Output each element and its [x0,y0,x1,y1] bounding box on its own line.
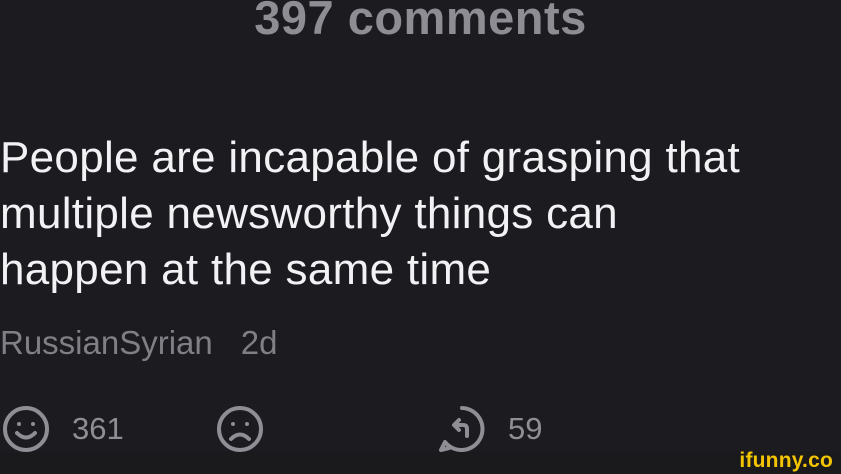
reply-count: 59 [508,411,543,446]
dislike-button[interactable] [214,400,266,458]
comment-meta: RussianSyrian 2d [0,321,277,365]
comment-author[interactable]: RussianSyrian [0,324,213,361]
like-count: 361 [72,411,124,446]
reply-icon [436,403,488,455]
like-button[interactable]: 361 [0,400,124,458]
footer-bar [0,452,841,474]
comment-actions: 361 59 [0,400,841,460]
comment-time: 2d [240,324,278,361]
comments-count-title: 397 comments [254,0,587,44]
frown-icon [214,403,266,455]
watermark-logo: ifunny.co [739,449,833,472]
reply-button[interactable]: 59 [436,400,542,458]
smile-icon [0,403,52,455]
comment-body: People are incapable of grasping that mu… [0,133,741,294]
